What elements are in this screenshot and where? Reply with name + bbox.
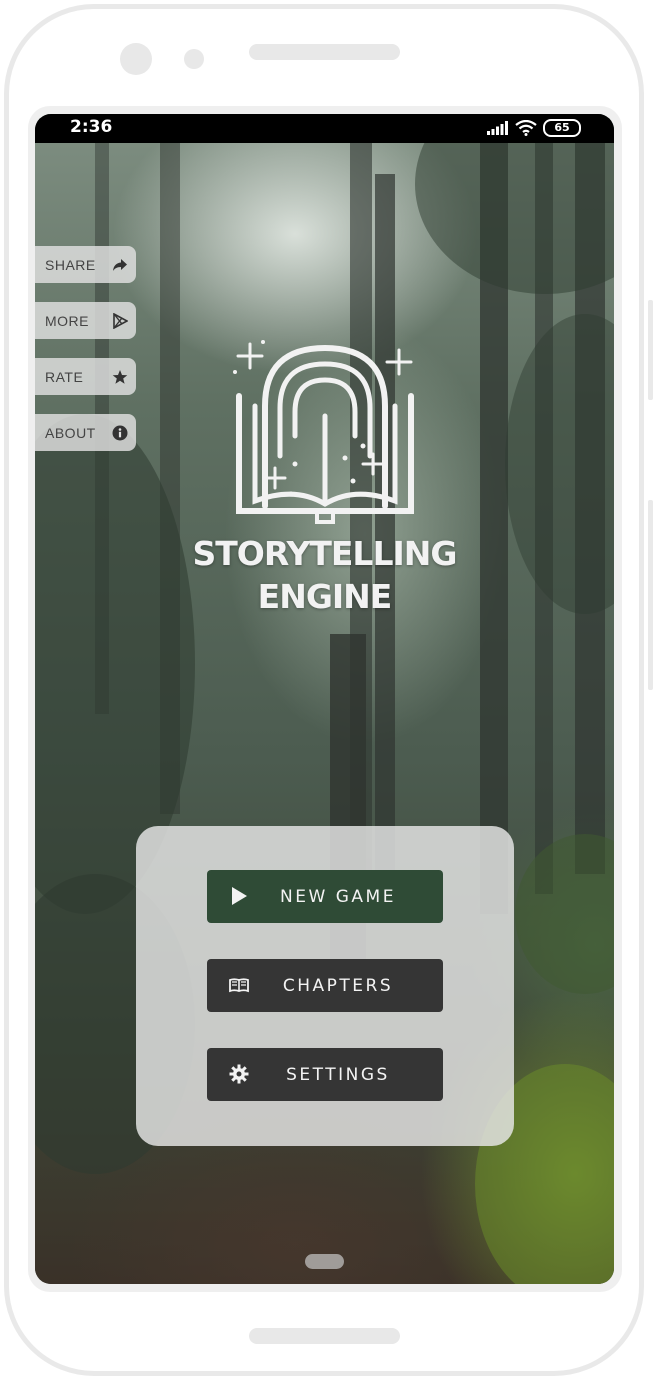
phone-volume-button	[648, 500, 653, 690]
main-menu-panel: NEW GAME CHAPTERS SETTINGS	[136, 826, 514, 1146]
app-title-line1: STORYTELLING	[192, 534, 458, 573]
rate-label: RATE	[45, 368, 84, 385]
rate-button[interactable]: RATE	[35, 358, 136, 395]
play-store-icon	[113, 312, 128, 329]
app-title: STORYTELLING ENGINE	[35, 532, 614, 618]
phone-side-button	[648, 300, 653, 400]
app-title-line2: ENGINE	[257, 577, 393, 616]
signal-icon	[487, 121, 508, 135]
front-camera	[120, 43, 152, 75]
share-icon	[113, 258, 127, 271]
chapters-button[interactable]: CHAPTERS	[207, 959, 443, 1012]
chapters-label: CHAPTERS	[282, 975, 394, 996]
settings-label: SETTINGS	[286, 1064, 390, 1085]
more-label: MORE	[45, 312, 89, 329]
front-sensor	[184, 49, 204, 69]
wifi-icon	[515, 120, 537, 136]
about-button[interactable]: ABOUT	[35, 414, 136, 451]
status-time: 2:36	[70, 117, 113, 137]
star-icon	[112, 369, 128, 384]
gesture-nav-handle[interactable]	[305, 1254, 344, 1269]
more-button[interactable]: MORE	[35, 302, 136, 339]
settings-button[interactable]: SETTINGS	[207, 1048, 443, 1101]
info-icon	[112, 425, 128, 440]
about-label: ABOUT	[45, 424, 96, 441]
app-screen: 2:36 65 SHARE MORE RATE ABOUT STORYTELLI…	[35, 114, 614, 1284]
new-game-label: NEW GAME	[280, 886, 396, 907]
share-label: SHARE	[45, 256, 96, 273]
phone-home-bar	[249, 1328, 400, 1344]
new-game-button[interactable]: NEW GAME	[207, 870, 443, 923]
magic-book-icon	[233, 340, 414, 524]
earpiece-speaker	[249, 44, 400, 60]
share-button[interactable]: SHARE	[35, 246, 136, 283]
status-icons: 65	[487, 118, 581, 138]
status-bar: 2:36 65	[35, 114, 614, 143]
phone-device: 2:36 65 SHARE MORE RATE ABOUT STORYTELLI…	[0, 0, 654, 1384]
battery-icon: 65	[543, 119, 581, 137]
